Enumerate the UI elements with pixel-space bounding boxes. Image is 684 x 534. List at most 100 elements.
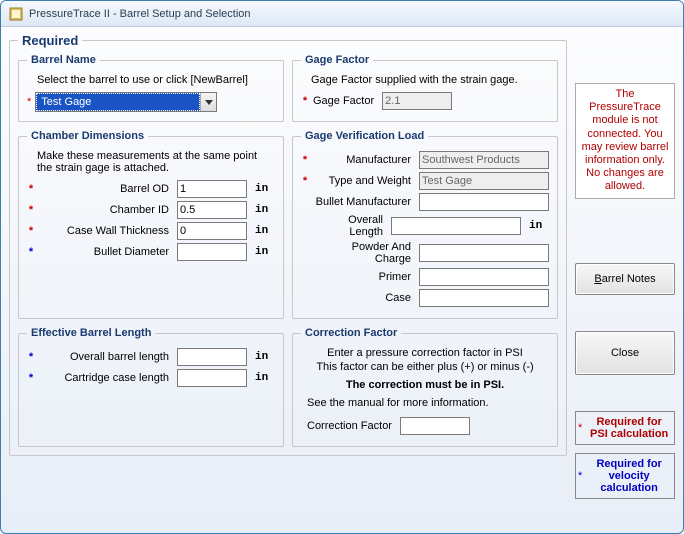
gage-factor-input[interactable] <box>382 92 452 110</box>
legend-velocity-text: Required for velocity calculation <box>586 458 672 494</box>
unit-label: in <box>255 204 275 216</box>
field-input[interactable] <box>177 243 247 261</box>
effective-legend: Effective Barrel Length <box>27 327 155 339</box>
field-input[interactable] <box>177 180 247 198</box>
correction-line1: Enter a pressure correction factor in PS… <box>301 347 549 359</box>
form-row: Bullet Manufacturer <box>301 193 549 211</box>
barrel-select[interactable]: Test Gage <box>35 92 217 112</box>
correction-label: Correction Factor <box>307 420 396 432</box>
legend-psi-text: Required for PSI calculation <box>586 416 672 440</box>
unit-label: in <box>255 246 275 258</box>
unit-label: in <box>255 372 275 384</box>
effective-fieldset: Effective Barrel Length * Overall barrel … <box>18 327 284 447</box>
chamber-legend: Chamber Dimensions <box>27 130 148 142</box>
titlebar: PressureTrace II - Barrel Setup and Sele… <box>1 1 683 27</box>
form-row: Primer <box>301 268 549 286</box>
field-input[interactable] <box>177 201 247 219</box>
verification-fieldset: Gage Verification Load * Manufacturer *Typ… <box>292 130 558 319</box>
required-marker-icon: * <box>27 204 35 216</box>
field-input[interactable] <box>419 193 549 211</box>
legend-psi: * Required for PSI calculation <box>575 411 675 445</box>
form-row: * Overall barrel length in <box>27 348 275 366</box>
unit-label: in <box>255 351 275 363</box>
gage-factor-legend: Gage Factor <box>301 54 373 66</box>
required-fieldset: Required Barrel Name Select the barrel t… <box>9 33 567 456</box>
gage-factor-row: * Gage Factor <box>301 92 549 110</box>
field-input[interactable] <box>177 369 247 387</box>
field-input[interactable] <box>177 222 247 240</box>
form-row: * Chamber ID in <box>27 201 275 219</box>
required-marker-icon: * <box>578 470 582 482</box>
form-row: * Bullet Diameter in <box>27 243 275 261</box>
field-label: Primer <box>313 271 415 283</box>
form-row: * Cartridge case length in <box>27 369 275 387</box>
field-input[interactable] <box>177 348 247 366</box>
app-icon <box>9 7 23 21</box>
barrel-name-hint: Select the barrel to use or click [NewBa… <box>37 74 275 86</box>
field-label: Cartridge case length <box>39 372 173 384</box>
window: PressureTrace II - Barrel Setup and Sele… <box>0 0 684 534</box>
right-column: The PressureTrace module is not connecte… <box>575 33 675 499</box>
barrel-notes-button[interactable]: Barrel Notes <box>575 263 675 295</box>
field-input[interactable] <box>391 217 521 235</box>
required-marker-icon: * <box>301 95 309 107</box>
correction-row: Correction Factor <box>301 417 549 435</box>
chamber-fieldset: Chamber Dimensions Make these measuremen… <box>18 130 284 319</box>
field-label: Barrel OD <box>39 183 173 195</box>
required-marker-icon: * <box>301 154 309 166</box>
gage-factor-label: Gage Factor <box>313 95 378 107</box>
required-marker-icon: * <box>27 225 35 237</box>
unit-label: in <box>255 225 275 237</box>
field-label: Chamber ID <box>39 204 173 216</box>
field-label: Bullet Diameter <box>39 246 173 258</box>
form-row: * Case Wall Thickness in <box>27 222 275 240</box>
barrel-notes-label: arrel Notes <box>602 273 656 285</box>
correction-fieldset: Correction Factor Enter a pressure corre… <box>292 327 558 447</box>
close-button[interactable]: Close <box>575 331 675 375</box>
field-input[interactable] <box>419 172 549 190</box>
dropdown-arrow-icon[interactable] <box>200 93 216 111</box>
required-marker-icon: * <box>301 175 309 187</box>
gage-factor-fieldset: Gage Factor Gage Factor supplied with th… <box>292 54 558 122</box>
field-input[interactable] <box>419 244 549 262</box>
barrel-name-fieldset: Barrel Name Select the barrel to use or … <box>18 54 284 122</box>
required-legend: Required <box>18 33 82 48</box>
gage-factor-hint: Gage Factor supplied with the strain gag… <box>311 74 549 86</box>
correction-bold: The correction must be in PSI. <box>301 379 549 391</box>
field-input[interactable] <box>419 268 549 286</box>
form-row: * Manufacturer <box>301 151 549 169</box>
verification-legend: Gage Verification Load <box>301 130 428 142</box>
correction-line2: This factor can be either plus (+) or mi… <box>301 361 549 373</box>
field-input[interactable] <box>419 151 549 169</box>
field-label: Case <box>313 292 415 304</box>
required-marker-icon: * <box>27 372 35 384</box>
form-row: Powder And Charge <box>301 241 549 265</box>
unit-label: in <box>255 183 275 195</box>
field-label: Case Wall Thickness <box>39 225 173 237</box>
body: Required Barrel Name Select the barrel t… <box>1 27 683 507</box>
connection-warning: The PressureTrace module is not connecte… <box>575 83 675 199</box>
required-marker-icon: * <box>578 422 582 434</box>
barrel-select-value: Test Gage <box>36 93 200 111</box>
form-row: Overall Lengthin <box>301 214 549 238</box>
required-marker-icon: * <box>27 246 35 258</box>
field-label: Manufacturer <box>313 154 415 166</box>
required-marker-icon: * <box>27 96 31 108</box>
legend-velocity: * Required for velocity calculation <box>575 453 675 499</box>
correction-line3: See the manual for more information. <box>307 397 549 409</box>
close-label: Close <box>611 347 639 359</box>
field-label: Powder And Charge <box>313 241 415 265</box>
required-marker-icon: * <box>27 351 35 363</box>
field-input[interactable] <box>419 289 549 307</box>
form-row: Case <box>301 289 549 307</box>
field-label: Overall barrel length <box>39 351 173 363</box>
form-row: *Type and Weight <box>301 172 549 190</box>
correction-input[interactable] <box>400 417 470 435</box>
barrel-name-legend: Barrel Name <box>27 54 100 66</box>
correction-legend: Correction Factor <box>301 327 401 339</box>
main-column: Required Barrel Name Select the barrel t… <box>9 33 567 499</box>
required-marker-icon: * <box>27 183 35 195</box>
barrel-select-row: * Test Gage <box>27 92 275 112</box>
field-label: Overall Length <box>313 214 387 238</box>
chamber-hint: Make these measurements at the same poin… <box>37 150 275 174</box>
